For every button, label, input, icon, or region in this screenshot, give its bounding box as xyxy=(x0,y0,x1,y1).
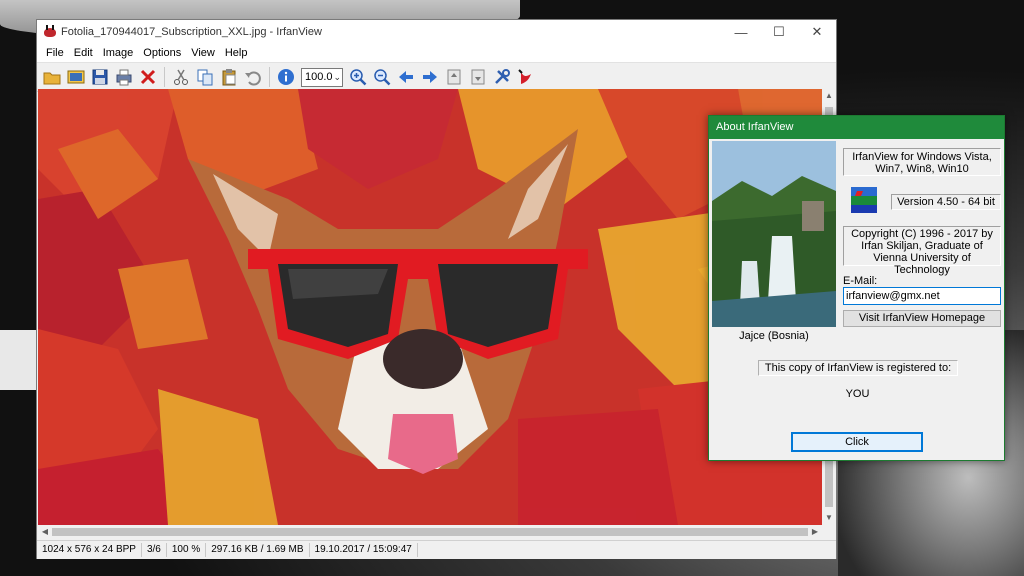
toolbar-separator xyxy=(269,67,270,87)
about-photo xyxy=(712,141,836,327)
scroll-up-icon[interactable]: ▲ xyxy=(822,89,836,103)
scroll-right-icon[interactable]: ▶ xyxy=(808,525,822,539)
copyright-box: Copyright (C) 1996 - 2017 by Irfan Skilj… xyxy=(843,226,1001,276)
desktop-background-leaf xyxy=(0,330,40,390)
open-folder-icon[interactable] xyxy=(40,65,64,89)
zoom-value: 100.0 xyxy=(305,71,333,83)
menu-view[interactable]: View xyxy=(186,47,220,59)
save-icon[interactable] xyxy=(88,65,112,89)
exit-icon[interactable] xyxy=(514,65,538,89)
product-info-box: IrfanView for Windows Vista, Win7, Win8,… xyxy=(843,148,1001,176)
menu-options[interactable]: Options xyxy=(138,47,186,59)
visit-homepage-button[interactable]: Visit IrfanView Homepage xyxy=(843,310,1001,327)
zoom-select[interactable]: 100.0 ⌄ xyxy=(301,67,343,87)
menu-image[interactable]: Image xyxy=(98,47,139,59)
registered-name: YOU xyxy=(845,388,870,400)
cut-icon[interactable] xyxy=(169,65,193,89)
version-text: Version 4.50 - 64 bit xyxy=(897,196,995,208)
menu-edit[interactable]: Edit xyxy=(69,47,98,59)
menu-help[interactable]: Help xyxy=(220,47,253,59)
toolbar-separator xyxy=(164,67,165,87)
close-button[interactable]: ✕ xyxy=(798,20,836,44)
image-viewport[interactable] xyxy=(38,89,822,525)
about-dialog: About IrfanView Jajce (Bosnia) IrfanView… xyxy=(708,115,1005,461)
window-title: Fotolia_170944017_Subscription_XXL.jpg -… xyxy=(61,26,322,38)
title-bar[interactable]: Fotolia_170944017_Subscription_XXL.jpg -… xyxy=(37,20,836,44)
toolbar: 100.0 ⌄ xyxy=(37,62,836,92)
irfanview-logo-icon xyxy=(851,187,877,213)
copyright-line-1: Copyright (C) 1996 - 2017 by xyxy=(851,228,993,240)
status-bar: 1024 x 576 x 24 BPP 3/6 100 % 297.16 KB … xyxy=(37,540,836,559)
info-icon[interactable] xyxy=(274,65,298,89)
next-icon[interactable] xyxy=(418,65,442,89)
paste-icon[interactable] xyxy=(217,65,241,89)
thumbnails-icon[interactable] xyxy=(64,65,88,89)
displayed-photo xyxy=(38,89,822,525)
minimize-button[interactable]: — xyxy=(722,20,760,44)
status-file-size: 297.16 KB / 1.69 MB xyxy=(206,543,310,557)
zoom-in-icon[interactable] xyxy=(346,65,370,89)
copy-icon[interactable] xyxy=(193,65,217,89)
menu-bar: File Edit Image Options View Help xyxy=(37,44,836,62)
photo-caption: Jajce (Bosnia) xyxy=(739,330,809,342)
copyright-line-2: Irfan Skiljan, Graduate of xyxy=(861,240,983,252)
irfanview-app-icon xyxy=(43,25,57,39)
maximize-button[interactable]: ☐ xyxy=(760,20,798,44)
copyright-line-3: Vienna University of Technology xyxy=(873,252,971,276)
zoom-out-icon[interactable] xyxy=(370,65,394,89)
horizontal-scrollbar[interactable]: ◀ ▶ xyxy=(38,525,822,539)
email-field[interactable]: irfanview@gmx.net xyxy=(843,287,1001,305)
status-index: 3/6 xyxy=(142,543,167,557)
scroll-left-icon[interactable]: ◀ xyxy=(38,525,52,539)
delete-icon[interactable] xyxy=(136,65,160,89)
print-icon[interactable] xyxy=(112,65,136,89)
first-page-icon[interactable] xyxy=(442,65,466,89)
status-dimensions: 1024 x 576 x 24 BPP xyxy=(37,543,142,557)
menu-file[interactable]: File xyxy=(41,47,69,59)
last-page-icon[interactable] xyxy=(466,65,490,89)
undo-icon[interactable] xyxy=(241,65,265,89)
product-line-1: IrfanView for Windows Vista, xyxy=(852,151,992,163)
settings-icon[interactable] xyxy=(490,65,514,89)
about-dialog-title[interactable]: About IrfanView xyxy=(709,116,1004,139)
chevron-down-icon[interactable]: ⌄ xyxy=(333,72,342,83)
click-button[interactable]: Click xyxy=(791,432,923,452)
product-line-2: Win7, Win8, Win10 xyxy=(875,163,969,175)
horizontal-scroll-thumb[interactable] xyxy=(52,528,808,536)
registered-to-box: This copy of IrfanView is registered to: xyxy=(758,360,958,376)
version-box: Version 4.50 - 64 bit xyxy=(891,194,1001,210)
status-datetime: 19.10.2017 / 15:09:47 xyxy=(310,543,418,557)
previous-icon[interactable] xyxy=(394,65,418,89)
status-zoom: 100 % xyxy=(167,543,207,557)
email-label: E-Mail: xyxy=(843,275,878,287)
scroll-down-icon[interactable]: ▼ xyxy=(822,511,836,525)
